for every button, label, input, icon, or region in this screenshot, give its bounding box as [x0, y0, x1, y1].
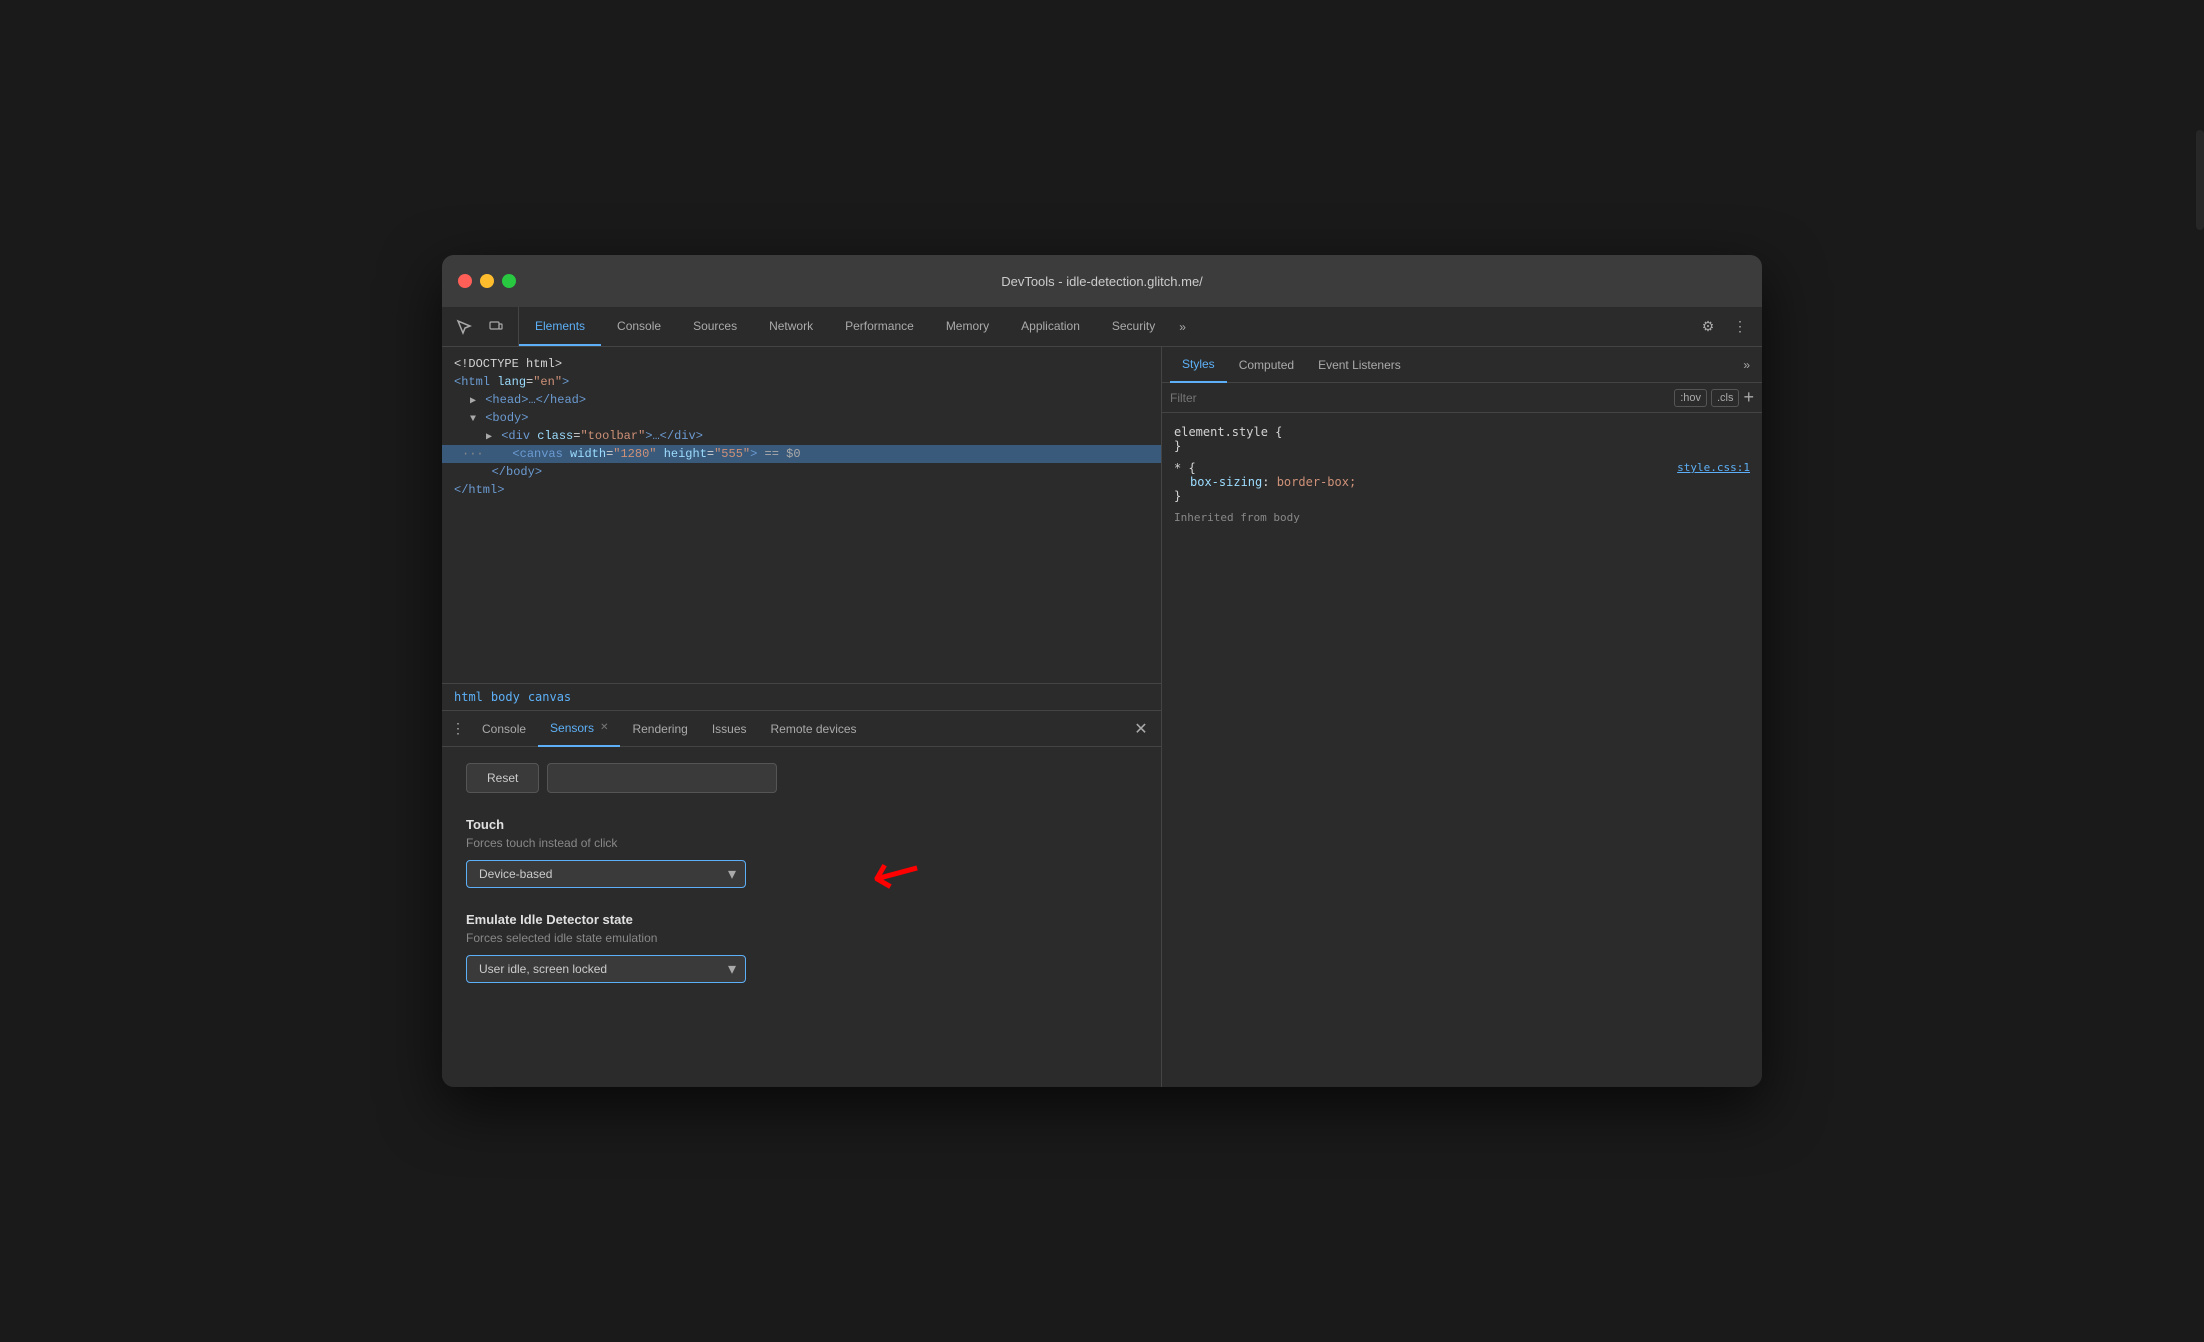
- touch-title: Touch: [466, 817, 1137, 832]
- sensors-drawer-content: Reset Touch Forces touch instead of clic…: [442, 747, 1161, 1087]
- tab-elements[interactable]: Elements: [519, 307, 601, 346]
- idle-detector-description: Forces selected idle state emulation: [466, 931, 1137, 945]
- dom-line-canvas[interactable]: ··· <canvas width="1280" height="555"> =…: [442, 445, 1161, 463]
- location-input[interactable]: [547, 763, 777, 793]
- devtools-toolbar: Elements Console Sources Network Perform…: [442, 307, 1762, 347]
- filter-buttons: :hov .cls: [1674, 389, 1739, 407]
- tab-memory[interactable]: Memory: [930, 307, 1005, 346]
- styles-tab-styles[interactable]: Styles: [1170, 347, 1227, 383]
- add-style-rule-button[interactable]: +: [1743, 387, 1754, 408]
- reset-bar: Reset: [466, 763, 1137, 793]
- drawer-tab-remote-devices[interactable]: Remote devices: [759, 711, 869, 747]
- universal-selector: * { style.css:1: [1174, 461, 1750, 475]
- styles-content: element.style { } * { style.css:1 box-si…: [1162, 413, 1762, 1087]
- tab-security[interactable]: Security: [1096, 307, 1171, 346]
- right-panel: Styles Computed Event Listeners » :hov .…: [1162, 347, 1762, 1087]
- breadcrumb-html[interactable]: html: [454, 690, 483, 704]
- more-tabs-button[interactable]: »: [1171, 307, 1194, 346]
- maximize-button[interactable]: [502, 274, 516, 288]
- drawer-tab-menu[interactable]: ⋮: [446, 717, 470, 741]
- reset-button[interactable]: Reset: [466, 763, 539, 793]
- inherited-from-body: Inherited from body: [1162, 507, 1762, 528]
- styles-tab-computed[interactable]: Computed: [1227, 347, 1306, 383]
- main-tabs: Elements Console Sources Network Perform…: [519, 307, 1686, 346]
- universal-source[interactable]: style.css:1: [1677, 461, 1750, 474]
- dom-line-div-toolbar[interactable]: ▶ <div class="toolbar">…</div>: [442, 427, 1161, 445]
- touch-section: Touch Forces touch instead of click Devi…: [466, 817, 1137, 888]
- device-toolbar-button[interactable]: [482, 313, 510, 341]
- touch-description: Forces touch instead of click: [466, 836, 1137, 850]
- dom-line-body-open[interactable]: ▼ <body>: [442, 409, 1161, 427]
- toolbar-right: ⚙ ⋮: [1686, 307, 1762, 346]
- devtools-window: DevTools - idle-detection.glitch.me/ Ele…: [442, 255, 1762, 1087]
- universal-rule-close: }: [1174, 489, 1750, 503]
- minimize-button[interactable]: [480, 274, 494, 288]
- settings-button[interactable]: ⚙: [1694, 313, 1722, 341]
- drawer-tab-rendering[interactable]: Rendering: [620, 711, 699, 747]
- close-sensors-tab[interactable]: ✕: [600, 722, 608, 733]
- traffic-lights: [458, 274, 516, 288]
- close-drawer-button[interactable]: ✕: [1129, 717, 1153, 741]
- toolbar-icons: [442, 307, 519, 346]
- tab-performance[interactable]: Performance: [829, 307, 930, 346]
- idle-detector-section: Emulate Idle Detector state Forces selec…: [466, 912, 1137, 983]
- dom-tree[interactable]: <!DOCTYPE html> <html lang="en"> ▶ <head…: [442, 347, 1161, 683]
- dom-line-html[interactable]: <html lang="en">: [442, 373, 1161, 391]
- dom-line-html-close[interactable]: </html>: [442, 481, 1161, 499]
- styles-filter-bar: :hov .cls +: [1162, 383, 1762, 413]
- drawer-tabs: ⋮ Console Sensors ✕ Rendering Issues Rem…: [442, 711, 1161, 747]
- tab-console[interactable]: Console: [601, 307, 677, 346]
- universal-rule: * { style.css:1 box-sizing: border-box; …: [1162, 457, 1762, 507]
- breadcrumb-body[interactable]: body: [491, 690, 520, 704]
- customize-button[interactable]: ⋮: [1726, 313, 1754, 341]
- titlebar: DevTools - idle-detection.glitch.me/: [442, 255, 1762, 307]
- dom-line-body-close[interactable]: </body>: [442, 463, 1161, 481]
- idle-detector-select-wrapper: User idle, screen locked No idle emulati…: [466, 955, 746, 983]
- styles-tab-more[interactable]: »: [1739, 358, 1754, 372]
- styles-tab-event-listeners[interactable]: Event Listeners: [1306, 347, 1413, 383]
- universal-rule-properties: box-sizing: border-box;: [1174, 475, 1750, 489]
- hov-button[interactable]: :hov: [1674, 389, 1707, 407]
- element-style-selector: element.style {: [1174, 425, 1750, 439]
- window-title: DevTools - idle-detection.glitch.me/: [458, 274, 1746, 289]
- styles-tabs: Styles Computed Event Listeners »: [1162, 347, 1762, 383]
- inspect-element-button[interactable]: [450, 313, 478, 341]
- drawer-tab-console[interactable]: Console: [470, 711, 538, 747]
- breadcrumb-canvas[interactable]: canvas: [528, 690, 571, 704]
- cls-button[interactable]: .cls: [1711, 389, 1740, 407]
- touch-select[interactable]: Device-based None Force enabled: [466, 860, 746, 888]
- drawer-tab-issues[interactable]: Issues: [700, 711, 759, 747]
- dom-line-doctype[interactable]: <!DOCTYPE html>: [442, 355, 1161, 373]
- touch-select-wrapper: Device-based None Force enabled: [466, 860, 746, 888]
- tab-sources[interactable]: Sources: [677, 307, 753, 346]
- styles-filter-input[interactable]: [1170, 391, 1674, 405]
- devtools-main: <!DOCTYPE html> <html lang="en"> ▶ <head…: [442, 347, 1762, 1087]
- element-style-rule: element.style { }: [1162, 421, 1762, 457]
- close-button[interactable]: [458, 274, 472, 288]
- breadcrumb-bar: html body canvas: [442, 683, 1161, 711]
- element-style-close: }: [1174, 439, 1750, 453]
- idle-detector-select[interactable]: User idle, screen locked No idle emulati…: [466, 955, 746, 983]
- tab-network[interactable]: Network: [753, 307, 829, 346]
- idle-detector-title: Emulate Idle Detector state: [466, 912, 1137, 927]
- tab-application[interactable]: Application: [1005, 307, 1096, 346]
- dom-line-head[interactable]: ▶ <head>…</head>: [442, 391, 1161, 409]
- drawer-tab-sensors[interactable]: Sensors ✕: [538, 711, 620, 747]
- left-panel: <!DOCTYPE html> <html lang="en"> ▶ <head…: [442, 347, 1162, 1087]
